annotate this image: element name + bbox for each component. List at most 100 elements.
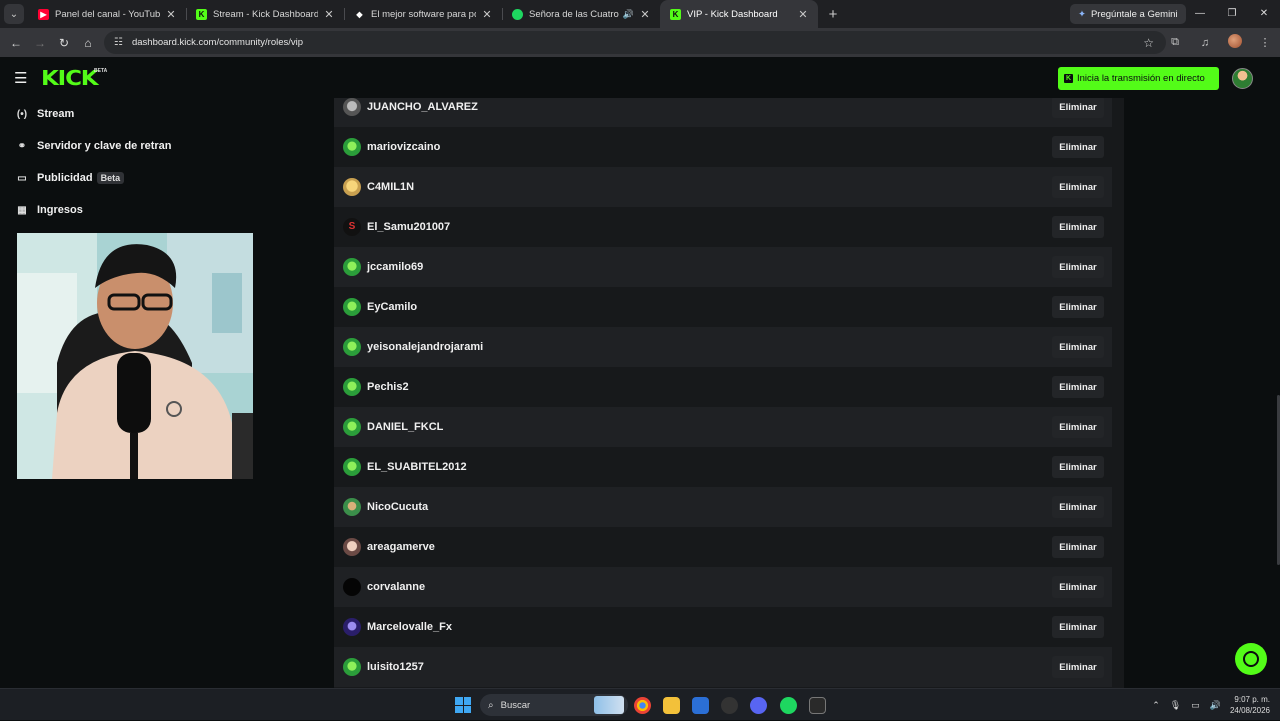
kick-logo[interactable]: KICK bbox=[41, 66, 99, 90]
vip-username[interactable]: JUANCHO_ALVAREZ bbox=[367, 101, 1052, 113]
network-icon[interactable]: ▭ bbox=[1191, 700, 1200, 711]
epic-games-icon[interactable] bbox=[809, 697, 826, 714]
user-avatar-icon[interactable] bbox=[343, 98, 361, 116]
app-icon[interactable] bbox=[721, 697, 738, 714]
go-live-button[interactable]: K Inicia la transmisión en directo bbox=[1058, 67, 1219, 90]
tab-search-chevron-icon[interactable]: ⌄ bbox=[4, 4, 24, 24]
user-avatar-icon[interactable] bbox=[343, 378, 361, 396]
vip-username[interactable]: Pechis2 bbox=[367, 381, 1052, 393]
sidebar-item-stream[interactable]: (•) Stream bbox=[16, 102, 171, 126]
vip-username[interactable]: El_Samu201007 bbox=[367, 221, 1052, 233]
site-info-icon[interactable]: ☷ bbox=[114, 37, 123, 48]
remove-vip-button[interactable]: Eliminar bbox=[1052, 416, 1104, 438]
address-bar[interactable]: ☷ dashboard.kick.com/community/roles/vip… bbox=[104, 31, 1166, 54]
browser-tab[interactable]: ▶ Panel del canal - YouTube Studio ✕ bbox=[28, 0, 186, 28]
new-tab-button[interactable]: + bbox=[822, 6, 844, 23]
profile-icon[interactable] bbox=[1220, 34, 1250, 51]
vip-row: DANIEL_FKCL Eliminar bbox=[334, 407, 1112, 447]
user-avatar-icon[interactable] bbox=[343, 338, 361, 356]
extensions-icon[interactable]: ⧉ bbox=[1160, 36, 1190, 49]
vip-username[interactable]: corvalanne bbox=[367, 581, 1052, 593]
search-highlight-image bbox=[594, 696, 624, 714]
vip-username[interactable]: yeisonalejandrojarami bbox=[367, 341, 1052, 353]
remove-vip-button[interactable]: Eliminar bbox=[1052, 336, 1104, 358]
close-tab-icon[interactable]: ✕ bbox=[480, 8, 494, 21]
close-tab-icon[interactable]: ✕ bbox=[638, 8, 652, 21]
restore-icon[interactable]: ❐ bbox=[1216, 0, 1248, 28]
remove-vip-button[interactable]: Eliminar bbox=[1052, 576, 1104, 598]
remove-vip-button[interactable]: Eliminar bbox=[1052, 176, 1104, 198]
browser-tab[interactable]: ◆ El mejor software para potenciar ✕ bbox=[344, 0, 502, 28]
vip-username[interactable]: luisito1257 bbox=[367, 661, 1052, 673]
vip-username[interactable]: mariovizcaino bbox=[367, 141, 1052, 153]
remove-vip-button[interactable]: Eliminar bbox=[1052, 296, 1104, 318]
back-icon[interactable]: ← bbox=[4, 36, 28, 50]
remove-vip-button[interactable]: Eliminar bbox=[1052, 98, 1104, 118]
user-avatar-icon[interactable] bbox=[343, 418, 361, 436]
vip-username[interactable]: NicoCucuta bbox=[367, 501, 1052, 513]
gemini-button[interactable]: ✦ Pregúntale a Gemini bbox=[1070, 4, 1186, 24]
user-avatar-icon[interactable] bbox=[343, 578, 361, 596]
vip-username[interactable]: EL_SUABITEL2012 bbox=[367, 461, 1052, 473]
user-avatar[interactable] bbox=[1232, 68, 1253, 89]
store-icon[interactable] bbox=[692, 697, 709, 714]
remove-vip-button[interactable]: Eliminar bbox=[1052, 656, 1104, 678]
kick-icon: K bbox=[670, 8, 681, 20]
vip-username[interactable]: Marcelovalle_Fx bbox=[367, 621, 1052, 633]
taskbar-search[interactable]: ⌕ Buscar bbox=[480, 694, 628, 716]
remove-vip-button[interactable]: Eliminar bbox=[1052, 256, 1104, 278]
sidebar-item-ingresos[interactable]: ▦ Ingresos bbox=[16, 198, 171, 222]
remove-vip-button[interactable]: Eliminar bbox=[1052, 376, 1104, 398]
browser-tab[interactable]: Señora de las Cuatro Décadas🔊 ✕ bbox=[502, 0, 660, 28]
clock[interactable]: 9:07 p. m. 24/08/2026 bbox=[1230, 694, 1270, 716]
bookmark-star-icon[interactable]: ☆ bbox=[1143, 36, 1154, 50]
spotify-icon[interactable] bbox=[780, 697, 797, 714]
user-avatar-icon[interactable] bbox=[343, 258, 361, 276]
close-tab-icon[interactable]: ✕ bbox=[796, 8, 810, 21]
close-tab-icon[interactable]: ✕ bbox=[322, 8, 336, 21]
user-avatar-icon[interactable] bbox=[343, 178, 361, 196]
menu-dots-icon[interactable]: ⋮ bbox=[1250, 36, 1280, 49]
microphone-icon[interactable]: 🎙 bbox=[1170, 700, 1181, 711]
browser-tab[interactable]: K VIP - Kick Dashboard ✕ bbox=[660, 0, 818, 28]
user-avatar-icon[interactable] bbox=[343, 618, 361, 636]
user-avatar-icon[interactable] bbox=[343, 298, 361, 316]
user-avatar-icon[interactable] bbox=[343, 458, 361, 476]
forward-icon[interactable]: → bbox=[28, 36, 52, 50]
home-icon[interactable]: ⌂ bbox=[76, 36, 100, 50]
browser-tab[interactable]: K Stream - Kick Dashboard ✕ bbox=[186, 0, 344, 28]
sidebar-item-server-key[interactable]: ⚭ Servidor y clave de retransmisión bbox=[16, 134, 171, 158]
reload-icon[interactable]: ↻ bbox=[52, 36, 76, 50]
close-window-icon[interactable]: ✕ bbox=[1248, 0, 1280, 28]
volume-icon[interactable]: 🔊 bbox=[1210, 700, 1221, 711]
user-avatar-icon[interactable] bbox=[343, 658, 361, 676]
media-controls-icon[interactable]: ♫ bbox=[1190, 37, 1220, 49]
remove-vip-button[interactable]: Eliminar bbox=[1052, 536, 1104, 558]
remove-vip-button[interactable]: Eliminar bbox=[1052, 616, 1104, 638]
minimize-icon[interactable]: — bbox=[1184, 0, 1216, 28]
remove-vip-button[interactable]: Eliminar bbox=[1052, 496, 1104, 518]
hamburger-menu-icon[interactable]: ☰ bbox=[14, 69, 27, 87]
vip-username[interactable]: EyCamilo bbox=[367, 301, 1052, 313]
user-avatar-icon[interactable] bbox=[343, 538, 361, 556]
discord-icon[interactable] bbox=[750, 697, 767, 714]
windows-start-icon[interactable] bbox=[455, 697, 471, 713]
remove-vip-button[interactable]: Eliminar bbox=[1052, 136, 1104, 158]
user-avatar-icon[interactable] bbox=[343, 498, 361, 516]
vip-username[interactable]: areagamerve bbox=[367, 541, 1052, 553]
remove-vip-button[interactable]: Eliminar bbox=[1052, 456, 1104, 478]
sidebar-item-publicidad[interactable]: ▭ Publicidad Beta bbox=[16, 166, 125, 190]
vip-username[interactable]: jccamilo69 bbox=[367, 261, 1052, 273]
close-tab-icon[interactable]: ✕ bbox=[164, 8, 178, 21]
remove-vip-button[interactable]: Eliminar bbox=[1052, 216, 1104, 238]
file-explorer-icon[interactable] bbox=[663, 697, 680, 714]
tab-audio-icon[interactable]: 🔊 bbox=[623, 9, 634, 20]
chrome-icon[interactable] bbox=[634, 697, 651, 714]
tray-chevron-icon[interactable]: ⌃ bbox=[1152, 700, 1160, 711]
tab-title: El mejor software para potenciar bbox=[371, 8, 476, 20]
user-avatar-icon[interactable] bbox=[343, 138, 361, 156]
support-chat-button[interactable] bbox=[1235, 643, 1267, 675]
user-avatar-icon[interactable]: S bbox=[343, 218, 361, 236]
vip-username[interactable]: DANIEL_FKCL bbox=[367, 421, 1052, 433]
vip-username[interactable]: C4MIL1N bbox=[367, 181, 1052, 193]
